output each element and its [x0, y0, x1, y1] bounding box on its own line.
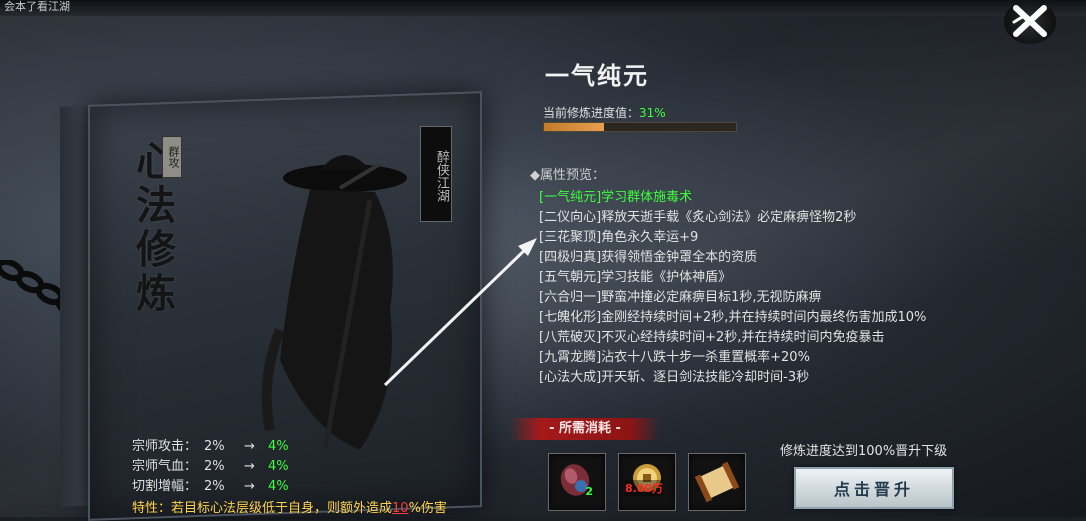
attribute-item: [五气朝元]学习技能《护体神盾》 — [539, 270, 732, 285]
close-button[interactable] — [1004, 0, 1056, 44]
close-icon — [1012, 5, 1047, 37]
attribute-item: [一气纯元]学习群体施毒术 — [539, 190, 693, 205]
bonus-to: 4% — [268, 479, 289, 494]
attribute-item: [四极归真]获得领悟金钟罩全本的资质 — [539, 250, 758, 265]
trait-value: 10 — [392, 501, 409, 516]
attribute-item: [九霄龙腾]沾衣十八跌十步一杀重置概率+20% — [539, 350, 810, 365]
trait-prefix: 特性：若目标心法层级低于自身，则额外造成 — [132, 501, 393, 516]
top-bar-text: 会本了看江湖 — [4, 0, 70, 13]
bonus-list: 宗师攻击： 2% → 4% 宗师气血： 2% → 4% 切割增幅： 2% → 4… — [132, 437, 332, 497]
bonus-row: 宗师攻击： 2% → 4% — [132, 437, 332, 457]
bonus-from: 2% — [204, 479, 225, 494]
cost-qty: 8.00万 — [625, 480, 664, 496]
progress-label-text: 当前修炼进度值： — [543, 106, 640, 120]
cost-qty: 2 — [585, 485, 593, 498]
attribute-item: [心法大成]开天斩、逐日剑法技能冷却时间-3秒 — [539, 370, 810, 385]
bonus-name: 宗师攻击： — [132, 439, 198, 454]
bonus-name: 宗师气血： — [132, 459, 198, 474]
skill-name: 一气纯元 — [545, 62, 649, 90]
book-subtitle: 群攻 — [162, 136, 182, 178]
right-arrow-icon: → — [244, 459, 255, 474]
right-arrow-icon: → — [244, 439, 255, 454]
progress-value: 31% — [639, 106, 666, 120]
gem-icon — [560, 464, 590, 496]
attribute-item: [八荒破灭]不灭心经持续时间+2秒,并在持续时间内免疫暴击 — [539, 330, 885, 345]
bonus-from: 2% — [204, 439, 225, 454]
progress-label: 当前修炼进度值：31% — [543, 104, 666, 121]
attribute-item: [二仪向心]释放天逝手载《炙心剑法》必定麻痹怪物2秒 — [539, 210, 857, 225]
bonus-row: 切割增幅： 2% → 4% — [132, 477, 332, 497]
cost-item-coin[interactable]: 8.00万 — [618, 453, 676, 511]
upgrade-button[interactable]: 点击晋升 — [794, 467, 954, 509]
bonus-to: 4% — [268, 459, 289, 474]
cost-item-scroll[interactable] — [688, 453, 746, 511]
upgrade-hint: 修炼进度达到100%晋升下级 — [780, 444, 948, 459]
bonus-from: 2% — [204, 459, 225, 474]
scroll-icon — [694, 461, 740, 503]
cost-item-gem[interactable]: 2 — [548, 453, 606, 511]
attribute-item: [七魄化形]金刚经持续时间+2秒,并在持续时间内最终伤害加成10% — [539, 310, 927, 325]
attribute-item: [六合归一]野蛮冲撞必定麻痹目标1秒,无视防麻痹 — [539, 290, 822, 305]
trait-text: 特性：若目标心法层级低于自身，则额外造成10%伤害 — [132, 497, 447, 516]
top-bar: 会本了看江湖 — [0, 0, 1086, 16]
progress-bar — [543, 122, 737, 132]
trait-suffix: %伤害 — [408, 501, 447, 516]
attribute-item: [三花聚顶]角色永久幸运+9 — [539, 230, 699, 245]
right-arrow-icon: → — [244, 479, 255, 494]
bonus-row: 宗师气血： 2% → 4% — [132, 457, 332, 477]
bonus-name: 切割增幅： — [132, 479, 198, 494]
progress-fill — [544, 123, 604, 131]
bonus-to: 4% — [268, 439, 289, 454]
attribute-list: [一气纯元]学习群体施毒术 [二仪向心]释放天逝手载《炙心剑法》必定麻痹怪物2秒… — [539, 188, 926, 388]
swordsman-figure — [261, 155, 407, 451]
book-label: 醉侠江湖 — [420, 126, 452, 222]
cost-title: - 所需消耗 - — [510, 418, 660, 440]
attribute-preview-title: ◆属性预览： — [530, 168, 605, 183]
cost-items: 2 8.00万 — [548, 453, 746, 511]
